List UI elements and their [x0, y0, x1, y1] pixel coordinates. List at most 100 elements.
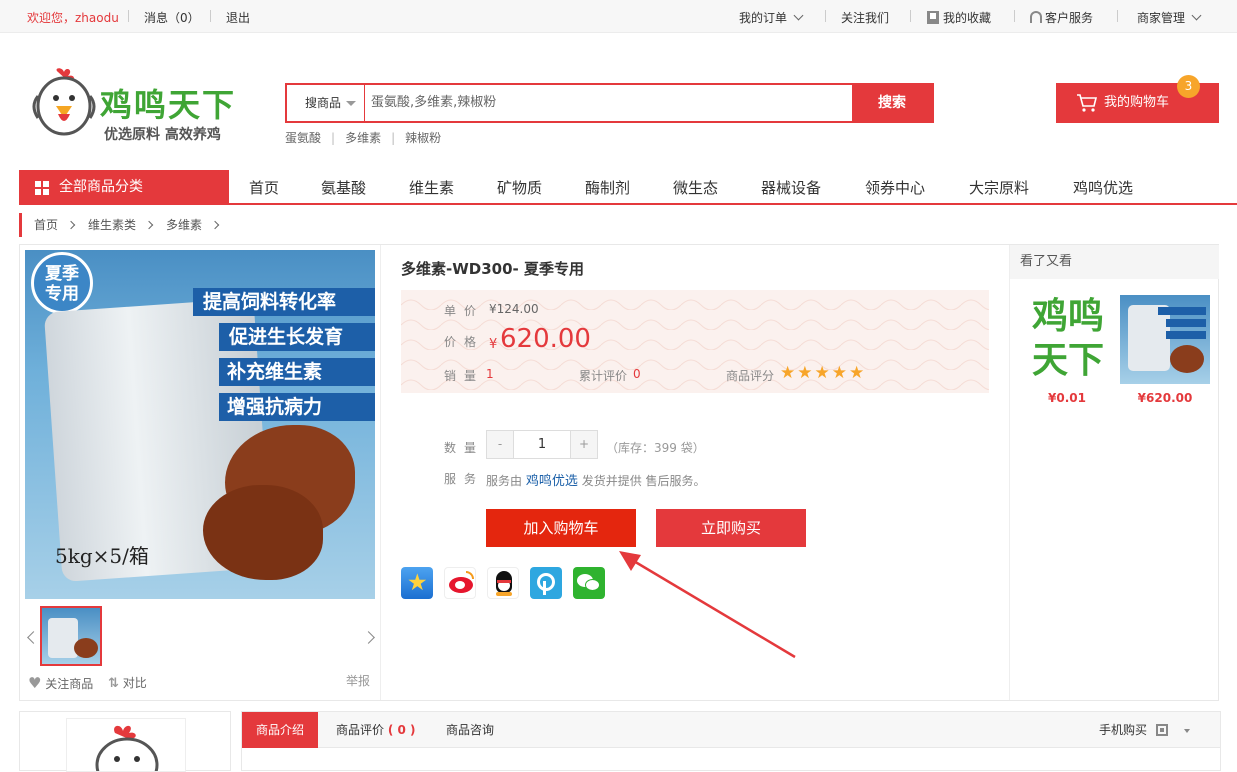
- logout-link[interactable]: 退出: [226, 9, 250, 26]
- search-category-label: 搜商品: [305, 96, 342, 110]
- cart-button[interactable]: 我的购物车 3: [1056, 75, 1219, 123]
- favorites-link[interactable]: 我的收藏: [927, 9, 991, 26]
- follow-us-link[interactable]: 关注我们: [841, 9, 889, 26]
- nav-item-probiotic[interactable]: 微生态: [673, 177, 718, 198]
- see-also-price: ¥620.00: [1137, 391, 1193, 405]
- breadcrumb-subcategory[interactable]: 多维素: [166, 218, 202, 232]
- quantity-input[interactable]: 1: [515, 431, 569, 458]
- all-categories-label: 全部商品分类: [59, 179, 143, 195]
- tab-consult[interactable]: 商品咨询: [446, 712, 494, 748]
- shop-link[interactable]: 鸡鸣优选: [526, 474, 578, 489]
- next-thumbnail-icon[interactable]: [362, 631, 375, 644]
- qr-code-icon: [1155, 724, 1168, 736]
- rooster-logo-icon: [95, 725, 159, 771]
- divider: [1014, 10, 1015, 22]
- divider: [825, 10, 826, 22]
- tab-reviews[interactable]: 商品评价 ( 0 ): [336, 712, 416, 748]
- nav-item-selected[interactable]: 鸡鸣优选: [1073, 177, 1133, 198]
- all-categories-button[interactable]: 全部商品分类: [19, 170, 229, 205]
- annotation-arrow-icon: [619, 551, 796, 659]
- grid-icon: [35, 181, 50, 196]
- quantity-decrease-button[interactable]: -: [487, 431, 514, 458]
- weibo-share-icon[interactable]: [444, 567, 476, 599]
- customer-service-link[interactable]: 客户服务: [1030, 9, 1093, 26]
- nav-item-equipment[interactable]: 器械设备: [761, 177, 821, 198]
- nav-item-vitamin[interactable]: 维生素: [409, 177, 454, 198]
- shop-card: [19, 711, 231, 772]
- product-title: 多维素-WD300- 夏季专用: [401, 260, 584, 278]
- quantity-label: 数量: [444, 441, 485, 455]
- nav-item-amino-acid[interactable]: 氨基酸: [321, 177, 366, 198]
- heart-icon: ♥: [28, 674, 42, 692]
- qq-share-icon[interactable]: [487, 567, 519, 599]
- nav-item-bulk[interactable]: 大宗原料: [969, 177, 1029, 198]
- sales-label: 销量: [444, 369, 485, 383]
- chevron-down-icon: [1191, 10, 1202, 21]
- nav-item-enzyme[interactable]: 酶制剂: [585, 177, 630, 198]
- chevron-right-icon: [66, 220, 76, 230]
- qzone-share-icon[interactable]: ★: [401, 567, 433, 599]
- quantity-increase-button[interactable]: +: [570, 431, 597, 458]
- hot-keyword[interactable]: 多维素: [345, 131, 381, 145]
- breadcrumb-category[interactable]: 维生素类: [88, 218, 136, 232]
- compare-icon: ⇅: [108, 676, 119, 691]
- product-main-image[interactable]: 夏季 专用 提高饲料转化率 促进生长发育 补充维生素 增强抗病力 5kg×5/箱: [25, 250, 375, 599]
- review-count: ( 0 ): [387, 723, 416, 737]
- welcome-text: 欢迎您，zhaodu: [27, 11, 119, 25]
- prev-thumbnail-icon[interactable]: [27, 631, 40, 644]
- add-to-cart-button[interactable]: 加入购物车: [486, 509, 636, 547]
- see-also-item[interactable]: ¥620.00: [1120, 295, 1212, 405]
- nav-item-coupons[interactable]: 领券中心: [865, 177, 925, 198]
- image-banner: 促进生长发育: [219, 323, 375, 351]
- compare-button[interactable]: ⇅ 对比: [108, 674, 147, 691]
- shop-logo-image[interactable]: [66, 718, 186, 772]
- my-orders-label: 我的订单: [739, 11, 788, 25]
- search-input[interactable]: 蛋氨酸,多维素,辣椒粉: [367, 85, 854, 121]
- merchant-label: 商家管理: [1137, 11, 1186, 25]
- summer-badge: 夏季 专用: [31, 252, 93, 314]
- service-label: 服务: [444, 472, 485, 486]
- divider: [128, 10, 129, 22]
- image-banner: 补充维生素: [219, 358, 375, 386]
- divider: [380, 245, 381, 700]
- messages-link[interactable]: 消息（0）: [144, 9, 200, 26]
- see-also-panel: 看了又看 鸡鸣 天下 ¥0.01 ¥620.00: [1009, 245, 1219, 700]
- search-category-select[interactable]: 搜商品: [287, 85, 365, 121]
- pengyou-share-icon[interactable]: [530, 567, 562, 599]
- hot-keyword[interactable]: 蛋氨酸: [285, 131, 321, 145]
- detail-tabs: 商品介绍 商品评价 ( 0 ) 商品咨询 手机购买: [241, 711, 1221, 771]
- star-icon: ★: [849, 363, 865, 383]
- pack-text: 5kg×5/箱: [55, 544, 149, 568]
- chevron-right-icon: [210, 220, 220, 230]
- breadcrumb-home[interactable]: 首页: [34, 218, 58, 232]
- site-logo[interactable]: 鸡鸣天下 优选原料 高效养鸡: [28, 66, 248, 148]
- reviews-label: 累计评价: [579, 369, 628, 383]
- divider: [910, 10, 911, 22]
- stock-text: （库存：399 袋）: [606, 441, 705, 455]
- rating-label: 商品评分: [726, 369, 775, 383]
- my-orders-menu[interactable]: 我的订单: [739, 9, 804, 26]
- hot-keyword[interactable]: 辣椒粉: [405, 131, 441, 145]
- search-button[interactable]: 搜索: [852, 83, 932, 123]
- breadcrumb: 首页 维生素类 多维素: [19, 213, 232, 237]
- see-also-item[interactable]: 鸡鸣 天下 ¥0.01: [1022, 295, 1112, 405]
- nav-item-mineral[interactable]: 矿物质: [497, 177, 542, 198]
- brand-logo-image: 鸡鸣 天下: [1031, 296, 1104, 381]
- thumbnail[interactable]: [40, 606, 102, 666]
- mobile-buy-menu[interactable]: 手机购买: [1099, 712, 1190, 748]
- rating-stars: ★ ★ ★ ★ ★: [780, 363, 864, 383]
- sales-value: 1: [486, 367, 494, 381]
- top-bar: 欢迎您，zhaodu 消息（0） 退出 我的订单 关注我们 我的收藏 客户服务 …: [0, 0, 1237, 33]
- thumbnail-bar: [25, 604, 375, 666]
- service-text: 服务由 鸡鸣优选 发货并提供 售后服务。: [486, 474, 706, 489]
- tab-product-intro[interactable]: 商品介绍: [242, 712, 319, 748]
- chevron-right-icon: [144, 220, 154, 230]
- merchant-menu[interactable]: 商家管理: [1137, 9, 1202, 26]
- wechat-share-icon[interactable]: [573, 567, 605, 599]
- nav-item-home[interactable]: 首页: [249, 177, 279, 198]
- report-link[interactable]: 举报: [346, 672, 370, 689]
- quantity-stepper: - 1 +: [486, 430, 598, 459]
- follow-product-button[interactable]: ♥ 关注商品: [28, 674, 93, 692]
- buy-now-button[interactable]: 立即购买: [656, 509, 806, 547]
- logo-name: 鸡鸣天下: [100, 86, 237, 124]
